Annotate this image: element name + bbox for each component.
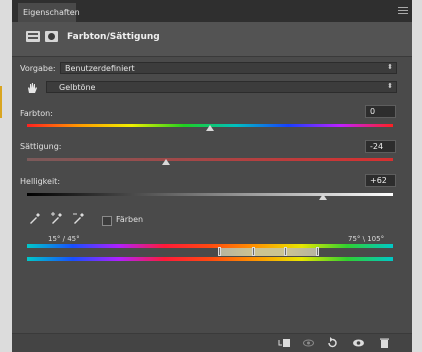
range-falloff-right[interactable] <box>286 248 318 256</box>
channel-value: Gelbtöne <box>59 83 96 92</box>
saturation-slider-track[interactable] <box>27 158 393 161</box>
trash-icon[interactable] <box>378 337 391 349</box>
right-window-edge <box>412 0 422 352</box>
panel-menu-icon[interactable] <box>398 5 408 15</box>
panel-tab-bar: Eigenschaften <box>12 0 412 22</box>
eyedropper-plus-icon[interactable] <box>50 211 64 225</box>
preset-dropdown[interactable]: Benutzerdefiniert ⬍ <box>60 62 397 74</box>
lightness-slider-track[interactable] <box>27 193 393 196</box>
eyedropper-minus-icon[interactable] <box>72 211 86 225</box>
lightness-input[interactable]: +62 <box>365 174 396 187</box>
eye-icon[interactable] <box>352 337 365 349</box>
panel-footer <box>12 333 412 352</box>
range-left-label: 15° / 45° <box>48 235 80 243</box>
adjustment-layer-icon[interactable] <box>26 31 40 42</box>
left-window-edge <box>0 0 12 352</box>
panel-title: Farbton/Sättigung <box>67 32 160 42</box>
channel-dropdown[interactable]: Gelbtöne ⬍ <box>46 81 397 93</box>
color-spectrum-top <box>27 244 393 248</box>
view-previous-icon[interactable] <box>302 337 315 349</box>
saturation-slider-thumb[interactable] <box>162 159 171 165</box>
hue-label: Farbton: <box>20 109 53 118</box>
properties-header: Farbton/Sättigung <box>12 22 412 57</box>
colorize-checkbox[interactable] <box>102 216 112 226</box>
mask-icon[interactable] <box>45 31 58 42</box>
lightness-slider-thumb[interactable] <box>319 194 328 200</box>
clip-to-layer-icon[interactable] <box>278 337 291 349</box>
properties-panel: Eigenschaften Farbton/Sättigung Vorgabe:… <box>12 0 412 352</box>
hue-input[interactable]: 0 <box>365 105 396 118</box>
range-falloff-left[interactable] <box>218 248 254 256</box>
colorize-label: Färben <box>116 215 144 224</box>
preset-value: Benutzerdefiniert <box>65 64 135 73</box>
dropdown-arrows-icon: ⬍ <box>387 63 393 71</box>
edge-marker <box>0 86 2 118</box>
tab-eigenschaften[interactable]: Eigenschaften <box>18 3 80 22</box>
preset-label: Vorgabe: <box>20 64 56 73</box>
color-spectrum-bottom <box>27 257 393 261</box>
range-handle-outer-right[interactable] <box>316 247 319 256</box>
range-handle-inner-right[interactable] <box>284 247 287 256</box>
dropdown-arrows-icon: ⬍ <box>387 82 393 90</box>
lightness-label: Helligkeit: <box>20 177 61 186</box>
reset-icon[interactable] <box>326 337 339 349</box>
range-core[interactable] <box>254 248 286 256</box>
saturation-input[interactable]: -24 <box>365 140 396 153</box>
range-right-label: 75° \ 105° <box>348 235 385 243</box>
saturation-label: Sättigung: <box>20 142 62 151</box>
range-handle-inner-left[interactable] <box>252 247 255 256</box>
range-handle-outer-left[interactable] <box>218 247 221 256</box>
eyedropper-icon[interactable] <box>28 211 42 225</box>
targeted-adjustment-hand-icon[interactable] <box>26 82 38 94</box>
hue-slider-thumb[interactable] <box>206 125 214 131</box>
